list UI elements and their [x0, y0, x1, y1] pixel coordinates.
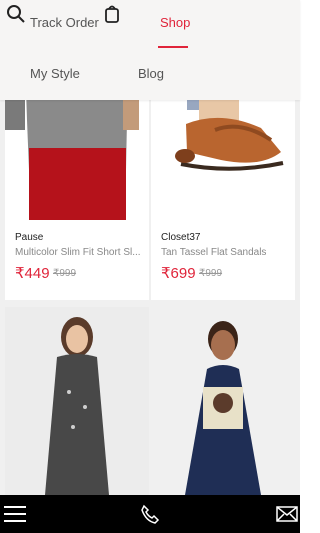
product-image[interactable] — [151, 307, 295, 497]
product-brand: Closet37 — [161, 232, 201, 243]
top-header: Track Order Shop My Style Blog — [0, 0, 300, 100]
menu-icon[interactable] — [4, 504, 26, 524]
active-tab-underline — [158, 46, 188, 48]
blog-link[interactable]: Blog — [138, 66, 164, 81]
shopping-bag-icon[interactable] — [104, 3, 120, 23]
mail-icon[interactable] — [276, 504, 298, 524]
product-brand: Pause — [15, 232, 44, 243]
product-mrp: ₹999 — [199, 268, 223, 279]
product-price: ₹699 — [161, 265, 196, 282]
bottom-bar — [0, 495, 300, 533]
phone-icon[interactable] — [139, 504, 161, 524]
product-card[interactable] — [5, 307, 149, 497]
product-card[interactable] — [151, 307, 295, 497]
my-style-link[interactable]: My Style — [30, 66, 80, 81]
product-title[interactable]: Tan Tassel Flat Sandals — [161, 247, 291, 258]
product-mrp: ₹999 — [53, 268, 77, 279]
product-image[interactable] — [5, 307, 149, 497]
product-title[interactable]: Multicolor Slim Fit Short Sl... — [15, 247, 145, 258]
product-price: ₹449 — [15, 265, 50, 282]
shop-link[interactable]: Shop — [160, 15, 190, 30]
search-icon[interactable] — [6, 4, 26, 24]
track-order-link[interactable]: Track Order — [30, 15, 99, 30]
